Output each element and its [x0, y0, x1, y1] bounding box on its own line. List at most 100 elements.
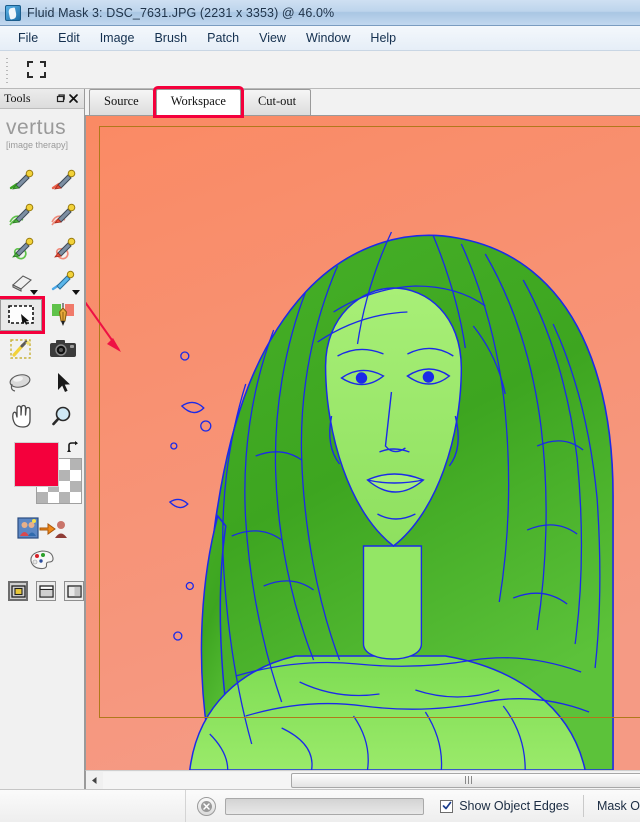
marquee-select-button[interactable] [20, 55, 52, 85]
view-mode-preview[interactable] [64, 581, 85, 601]
view-mode-group [0, 571, 85, 601]
fluid-mask-app-icon [5, 4, 21, 21]
green-marker-pen-icon [9, 169, 34, 190]
tools-panel: Tools vertus [image therapy] [0, 89, 85, 789]
tool-row [0, 162, 84, 196]
arrow-pointer-icon [58, 373, 70, 392]
artist-palette-icon [30, 550, 54, 570]
hand-tool[interactable] [0, 401, 42, 433]
vertus-logo: vertus [image therapy] [0, 109, 84, 156]
zoom-tool[interactable] [42, 401, 84, 433]
pointer-tool[interactable] [42, 367, 84, 399]
tool-row [0, 296, 84, 334]
tab-cutout[interactable]: Cut-out [242, 89, 312, 115]
delete-marker-tool[interactable] [42, 163, 84, 195]
magic-wand-tool[interactable] [0, 333, 42, 365]
view-mode-split[interactable] [36, 581, 57, 601]
show-object-edges-label: Show Object Edges [459, 799, 569, 813]
menu-view[interactable]: View [249, 28, 296, 48]
tool-row [0, 366, 84, 400]
eraser-icon [12, 275, 32, 292]
red-spiral-pen-icon [54, 237, 76, 260]
preview-pane-icon [66, 584, 82, 598]
tool-row [0, 230, 84, 264]
tool-row [0, 400, 84, 434]
menu-patch[interactable]: Patch [197, 28, 249, 48]
title-bar: Fluid Mask 3: DSC_7631.JPG (2231 x 3353)… [0, 0, 640, 26]
photo-transform-icon [17, 517, 67, 539]
tool-row [0, 264, 84, 298]
restore-window-icon[interactable] [54, 92, 67, 105]
scrollbar-track[interactable] [103, 771, 640, 789]
menu-image[interactable]: Image [90, 28, 145, 48]
keep-edge-marker-tool[interactable] [0, 197, 42, 229]
scroll-left-arrow-icon[interactable] [86, 772, 103, 789]
mask-option-label[interactable]: Mask O [597, 799, 640, 813]
dashed-rectangle-arrow-icon [8, 305, 34, 325]
magnifier-icon [52, 406, 71, 426]
top-toolbar [0, 51, 640, 89]
tab-source[interactable]: Source [89, 89, 154, 115]
drag-grip[interactable] [3, 55, 12, 84]
tools-panel-header: Tools [0, 89, 84, 109]
mask-overlay-graphic [86, 116, 640, 770]
delete-fill-tool[interactable] [42, 231, 84, 263]
menu-window[interactable]: Window [296, 28, 360, 48]
tool-row [0, 196, 84, 230]
image-transform-tool[interactable] [0, 516, 84, 540]
menu-brush[interactable]: Brush [144, 28, 197, 48]
menu-bar: File Edit Image Brush Patch View Window … [0, 26, 640, 51]
swap-colors-icon[interactable] [66, 440, 80, 454]
checkmark-icon [442, 801, 452, 810]
menu-file[interactable]: File [8, 28, 48, 48]
hand-icon [12, 404, 31, 428]
keep-marker-tool[interactable] [0, 163, 42, 195]
snapshot-tool[interactable] [42, 333, 84, 365]
green-curve-pen-icon [9, 203, 34, 226]
tool-row [0, 332, 84, 366]
status-left-spacer [0, 790, 187, 822]
object-pen-tool[interactable] [42, 299, 84, 331]
dashed-rectangle-icon [26, 61, 46, 78]
fountain-pen-icon [52, 303, 74, 326]
keep-fill-tool[interactable] [0, 231, 42, 263]
magic-wand-icon [10, 339, 31, 359]
red-curve-pen-icon [51, 203, 76, 226]
stop-cancel-icon[interactable] [197, 796, 217, 816]
green-spiral-pen-icon [12, 237, 34, 260]
delete-edge-marker-tool[interactable] [42, 197, 84, 229]
brand-tagline: [image therapy] [6, 140, 69, 150]
scrollbar-thumb[interactable] [291, 772, 640, 788]
rectangle-select-tool[interactable] [0, 296, 45, 334]
status-divider [582, 795, 584, 817]
blob-icon [9, 374, 31, 392]
menu-edit[interactable]: Edit [48, 28, 90, 48]
scrollbar-grip-icon [464, 776, 474, 784]
palette-tool[interactable] [0, 549, 84, 571]
image-canvas[interactable] [85, 116, 640, 770]
close-icon[interactable] [67, 92, 80, 105]
brand-name: vertus [6, 116, 67, 139]
tools-panel-title: Tools [4, 91, 31, 105]
menu-help[interactable]: Help [360, 28, 406, 48]
single-pane-icon [10, 584, 26, 598]
view-tabs: Source Workspace Cut-out [85, 89, 640, 116]
blend-exclude-tool[interactable] [0, 367, 42, 399]
mask-preview [86, 116, 640, 770]
eraser-tool[interactable] [0, 265, 42, 297]
split-pane-icon [38, 584, 54, 598]
chevron-down-icon[interactable] [30, 290, 38, 295]
blend-brush-tool[interactable] [42, 265, 84, 297]
tab-workspace[interactable]: Workspace [155, 89, 241, 115]
progress-bar [225, 797, 425, 815]
view-mode-single[interactable] [8, 581, 29, 601]
show-object-edges-checkbox[interactable]: Show Object Edges [440, 799, 569, 813]
tool-grid [0, 156, 84, 434]
chevron-down-icon[interactable] [72, 290, 80, 295]
horizontal-scrollbar[interactable] [85, 770, 640, 789]
color-swatch-group [8, 440, 84, 506]
foreground-color-swatch[interactable] [14, 442, 59, 487]
checkbox-box[interactable] [440, 799, 454, 813]
camera-icon [50, 340, 76, 357]
red-marker-pen-icon [51, 169, 76, 190]
